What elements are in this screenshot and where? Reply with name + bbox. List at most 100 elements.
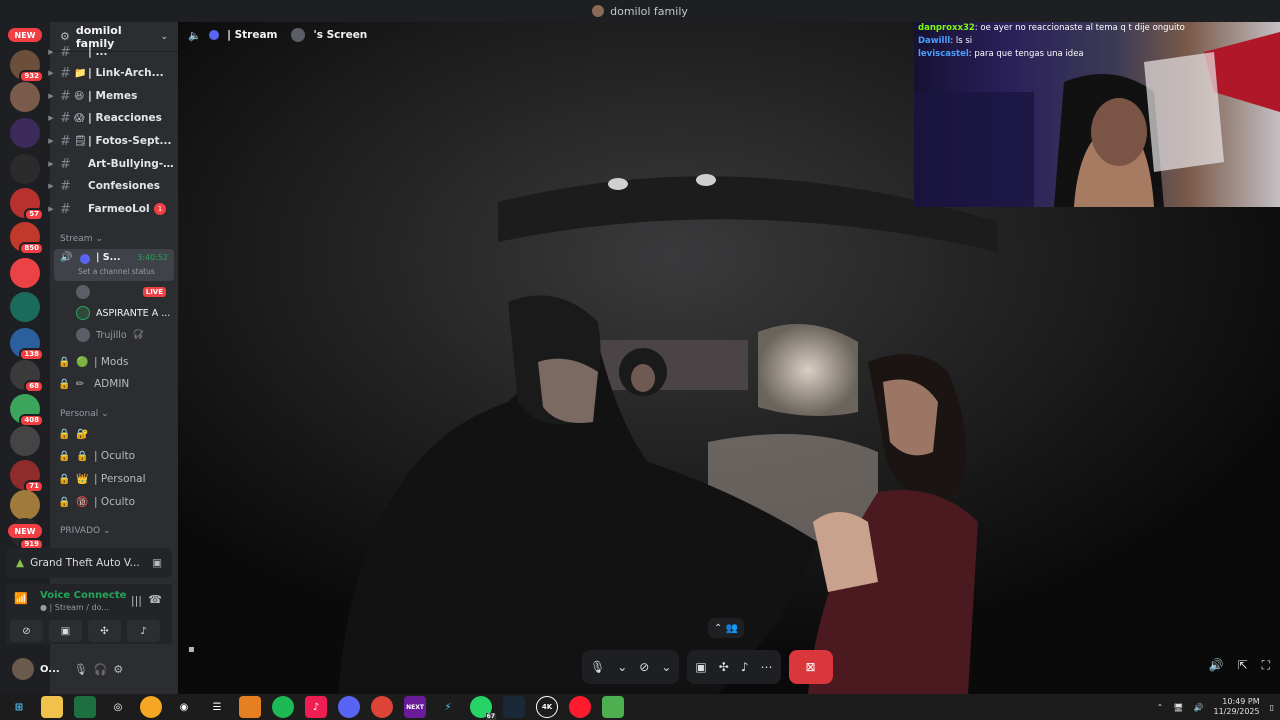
excel-icon[interactable] [74, 696, 96, 718]
fullscreen-icon[interactable]: ⛶ [1262, 658, 1270, 673]
username[interactable]: O... [40, 664, 60, 675]
channel-name: Art-Bullying-A... [88, 158, 174, 170]
server-icon[interactable] [10, 426, 40, 456]
stop-stream-button[interactable]: ⊠ [788, 650, 833, 684]
share-screen-button[interactable]: ▣ [49, 620, 82, 642]
locked-channel[interactable]: 🔒 🔐 [50, 424, 178, 444]
locked-channel[interactable]: 🔒 🔞 | Oculto [50, 492, 178, 512]
toggle-participants-button[interactable]: ⌃ 👥 [708, 618, 744, 638]
app-icon[interactable] [140, 696, 162, 718]
minecraft-icon[interactable] [602, 696, 624, 718]
stream-icon[interactable]: ▣ [152, 557, 162, 569]
chevron-down-icon[interactable]: ⌄ [661, 660, 671, 674]
locked-channel[interactable]: 🔒 ✏ ADMIN [50, 374, 178, 394]
soundboard-icon[interactable]: ♪ [741, 660, 749, 674]
volume-icon[interactable]: 🔊 [1194, 703, 1204, 712]
voice-channel-stream[interactable]: 🔊 | S... 3:40:52 Set a channel status [54, 249, 174, 281]
activities-icon[interactable]: ✣ [719, 660, 729, 674]
headphones-icon[interactable]: 🎧 [94, 663, 108, 676]
app-icon[interactable] [239, 696, 261, 718]
soundboard-button[interactable]: ♪ [127, 620, 160, 642]
stream-channel-label[interactable]: | Stream [227, 29, 277, 41]
app-icon[interactable]: ☰ [206, 696, 228, 718]
locked-channel[interactable]: 🔒 🔒 | Oculto [50, 446, 178, 466]
server-icon[interactable] [10, 490, 40, 520]
category-privado[interactable]: PRIVADO ⌄ [60, 526, 111, 536]
game-activity-panel[interactable]: ▲ Grand Theft Auto V... ▣ [6, 548, 172, 578]
member-item[interactable]: Trujillo 🎧̸ [76, 326, 144, 344]
app-icon[interactable]: ⚡ [437, 696, 459, 718]
4k-icon[interactable]: 4K [536, 696, 558, 718]
opera-icon[interactable] [569, 696, 591, 718]
category-personal[interactable]: Personal ⌄ [60, 409, 109, 419]
camera-off-icon[interactable]: ⊘ [639, 660, 649, 674]
more-icon[interactable]: ⋯ [761, 660, 773, 674]
voice-status[interactable]: Voice Connecte [40, 590, 126, 601]
avatar[interactable] [12, 658, 34, 680]
dot-icon [209, 30, 220, 40]
voice-channel[interactable]: ● | Stream / do... [40, 603, 109, 612]
activities-button[interactable]: ✣ [88, 620, 121, 642]
chat-icon[interactable]: ▪ [188, 644, 195, 655]
server-icon[interactable] [10, 82, 40, 112]
notification-icon[interactable]: ▯ [1270, 703, 1274, 712]
browser-icon[interactable]: ◎ [107, 696, 129, 718]
volume-icon[interactable]: 🔊 [1209, 658, 1224, 673]
windows-start-icon[interactable]: ⊞ [8, 696, 30, 718]
locked-channel[interactable]: 🔒 🟢 | Mods [50, 352, 178, 372]
member-streamer[interactable] [76, 283, 90, 301]
server-icon[interactable]: 850 [10, 222, 44, 255]
discord-icon[interactable] [338, 696, 360, 718]
server-icon[interactable] [10, 154, 40, 184]
disconnect-icon[interactable]: ☎ [148, 593, 162, 606]
microphone-icon[interactable]: 🎙 [590, 660, 605, 674]
hash-icon: # [60, 133, 71, 149]
people-icon: 👥 [725, 622, 739, 634]
chrome-icon[interactable] [371, 696, 393, 718]
kick-icon[interactable]: NEXT [404, 696, 426, 718]
tiktok-icon[interactable]: ♪ [305, 696, 327, 718]
text-channel[interactable]: ▶ # FarmeoLol 1 [48, 199, 178, 219]
signal-icon[interactable]: 📶 [14, 592, 28, 605]
locked-channel[interactable]: 🔒 👑 | Personal [50, 469, 178, 489]
soundboard-icon[interactable]: ||| [131, 594, 142, 607]
file-explorer-icon[interactable] [41, 696, 63, 718]
text-channel[interactable]: ▶ # | ... [48, 42, 178, 62]
hash-icon: # [60, 156, 71, 172]
server-icon[interactable]: 71 [10, 460, 44, 493]
server-icon[interactable]: 408 [10, 394, 44, 427]
channel-status[interactable]: Set a channel status [78, 267, 155, 276]
server-icon[interactable]: 57 [10, 188, 44, 221]
text-channel[interactable]: ▶ # 😆 | Memes [48, 86, 178, 106]
server-icon[interactable]: 932 [10, 50, 44, 83]
text-channel[interactable]: ▶ # 📁 | Link-Arch... [48, 63, 178, 83]
chevron-down-icon[interactable]: ⌄ [617, 660, 627, 674]
text-channel[interactable]: ▶ # 🗒 | Fotos-Sept... [48, 131, 178, 151]
speaker-icon: 🔊 [60, 252, 73, 263]
text-channel[interactable]: ▶ # Art-Bullying-A... [48, 154, 178, 174]
chevron-up-icon[interactable]: ⌃ [1157, 703, 1164, 712]
popout-icon[interactable]: ⇱ [1238, 658, 1248, 673]
text-channel[interactable]: ▶ # Confesiones [48, 176, 178, 196]
category-stream[interactable]: Stream ⌄ [60, 234, 103, 244]
screen-share-icon[interactable]: ▣ [695, 660, 706, 674]
stream-view[interactable]: 🔈 | Stream 's Screen danproxx32: oe ayer… [178, 22, 1280, 694]
network-icon[interactable]: 🖥 [1173, 703, 1183, 712]
server-icon[interactable] [10, 258, 40, 288]
member-item[interactable]: ASPIRANTE A ... [76, 304, 170, 322]
clock[interactable]: 10:49 PM 11/29/2025 [1213, 697, 1259, 717]
spotify-icon[interactable] [272, 696, 294, 718]
server-icon[interactable] [10, 292, 40, 322]
gear-icon[interactable]: ⚙ [113, 663, 123, 676]
steam-icon[interactable] [503, 696, 525, 718]
text-channel[interactable]: ▶ # 😱 | Reacciones [48, 108, 178, 128]
server-icon[interactable]: 138 [10, 328, 44, 361]
microphone-icon[interactable]: 🎙 [74, 663, 88, 676]
whatsapp-icon[interactable]: 67 [470, 696, 496, 720]
server-icon[interactable] [10, 118, 40, 148]
muted-icon: 🎧̸ [132, 330, 144, 340]
app-icon[interactable]: ◉ [173, 696, 195, 718]
server-icon[interactable]: 68 [10, 360, 44, 393]
camera-off-button[interactable]: ⊘ [10, 620, 43, 642]
view-controls: 🔊 ⇱ ⛶ [1209, 658, 1270, 673]
